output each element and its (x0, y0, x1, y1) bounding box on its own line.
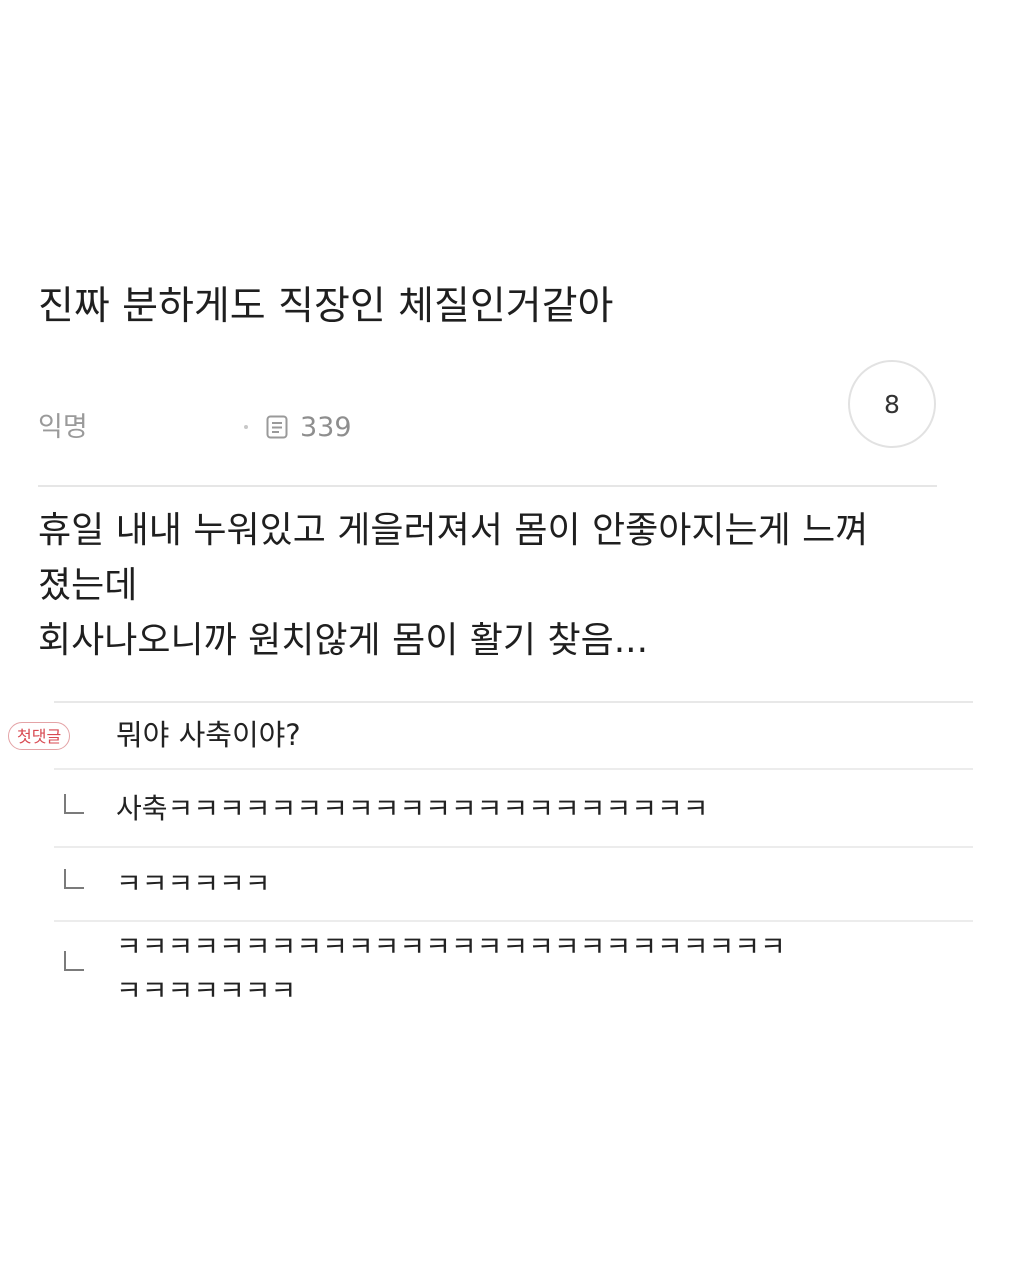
post-divider (38, 485, 937, 487)
post-body-line: 회사나오니까 원치않게 몸이 활기 찾음... (38, 620, 649, 661)
post-meta-row: 익명 339 (38, 410, 538, 446)
views-count: 339 (300, 412, 352, 443)
like-count: 8 (884, 389, 900, 419)
post-author: 익명 (38, 412, 88, 443)
post-body-line: 휴일 내내 누워있고 게을러져서 몸이 안좋아지는게 느껴 (38, 510, 869, 551)
comment-divider (54, 846, 973, 848)
comments-divider (54, 701, 973, 703)
document-icon (266, 415, 288, 439)
reply-arrow-icon (64, 794, 84, 814)
first-comment-badge: 첫댓글 (8, 722, 71, 750)
reply-text[interactable]: ㅋㅋㅋㅋㅋㅋㅋ (116, 966, 296, 1016)
meta-separator-dot (244, 425, 248, 429)
first-comment-text[interactable]: 뭐야 사축이야? (116, 716, 301, 754)
post-body-line: 졌는데 (38, 565, 138, 606)
comment-divider (54, 768, 973, 770)
reply-arrow-icon (64, 951, 84, 971)
reply-text[interactable]: ㅋㅋㅋㅋㅋㅋㅋㅋㅋㅋㅋㅋㅋㅋㅋㅋㅋㅋㅋㅋㅋㅋㅋㅋㅋㅋ (116, 922, 786, 972)
reply-text[interactable]: 사축ㅋㅋㅋㅋㅋㅋㅋㅋㅋㅋㅋㅋㅋㅋㅋㅋㅋㅋㅋㅋㅋ (116, 784, 708, 834)
reply-arrow-icon (64, 869, 84, 889)
post-title: 진짜 분하게도 직장인 체질인거같아 (38, 284, 614, 329)
post-body: 휴일 내내 누워있고 게을러져서 몸이 안좋아지는게 느껴 졌는데 회사나오니까… (38, 503, 958, 668)
reply-text[interactable]: ㅋㅋㅋㅋㅋㅋ (116, 859, 271, 909)
like-count-button[interactable]: 8 (848, 360, 936, 448)
